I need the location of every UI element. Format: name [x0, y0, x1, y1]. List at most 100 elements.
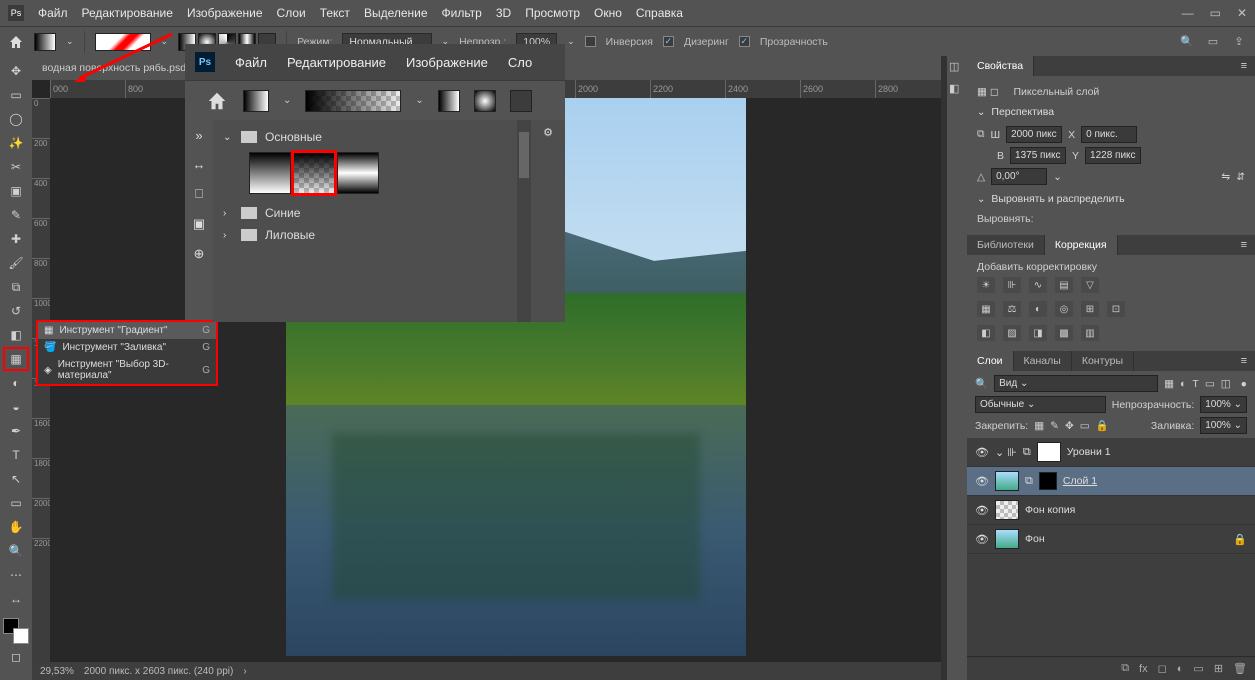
- eyedropper-tool[interactable]: ✎: [4, 204, 28, 226]
- balance-icon[interactable]: ⚖: [1003, 301, 1021, 317]
- close-icon[interactable]: ✕: [1237, 6, 1247, 20]
- gradient-folder[interactable]: ›Лиловые: [221, 224, 509, 246]
- gradient-folder[interactable]: ⌄Основные: [221, 126, 509, 148]
- channels-tab[interactable]: Каналы: [1014, 351, 1072, 371]
- maximize-icon[interactable]: ▭: [1210, 6, 1221, 20]
- layer-item[interactable]: 👁 Фон 🔒: [967, 525, 1255, 554]
- gradient-tool[interactable]: ▦: [4, 348, 28, 370]
- layer-name[interactable]: Фон: [1025, 533, 1045, 545]
- brightness-icon[interactable]: ☀: [977, 277, 995, 293]
- y-field[interactable]: [1085, 147, 1141, 164]
- lock-transparency-icon[interactable]: ▦: [1034, 420, 1044, 432]
- menu-help[interactable]: Справка: [636, 6, 683, 20]
- menu-layers[interactable]: Слои: [277, 6, 306, 20]
- chevron-right-icon[interactable]: ›: [243, 666, 246, 677]
- filter-adjust-icon[interactable]: ◐: [1180, 378, 1186, 390]
- crop-icon[interactable]: ⎕: [195, 186, 203, 202]
- visibility-icon[interactable]: 👁: [975, 475, 989, 488]
- layer-name[interactable]: Фон копия: [1025, 504, 1075, 516]
- hand-tool[interactable]: ✋: [4, 516, 28, 538]
- stamp-tool[interactable]: ⧉: [4, 276, 28, 298]
- angle-field[interactable]: [991, 168, 1047, 185]
- visibility-icon[interactable]: 👁: [975, 533, 989, 546]
- layer-mask-icon[interactable]: ◻: [1158, 662, 1167, 675]
- panel-icon[interactable]: ◧: [949, 82, 965, 98]
- visibility-icon[interactable]: 👁: [975, 504, 989, 517]
- layer-name[interactable]: Уровни 1: [1067, 446, 1111, 458]
- search-icon[interactable]: 🔍: [1179, 34, 1195, 50]
- layer-item[interactable]: 👁 ⧉ Слой 1: [967, 467, 1255, 496]
- chevron-down-icon[interactable]: ⌄: [283, 95, 291, 106]
- more-icon[interactable]: ⊕: [194, 246, 205, 262]
- menu-select[interactable]: Выделение: [364, 6, 428, 20]
- share-icon[interactable]: ⇪: [1231, 34, 1247, 50]
- new-fill-icon[interactable]: ◐: [1177, 663, 1184, 675]
- overlay-menu-image[interactable]: Изображение: [406, 55, 488, 70]
- zoom-level[interactable]: 29,53%: [40, 666, 74, 677]
- layer-item[interactable]: 👁 Фон копия: [967, 496, 1255, 525]
- gradient-preset[interactable]: [337, 152, 379, 194]
- move-tool[interactable]: ✥: [4, 60, 28, 82]
- history-brush-tool[interactable]: ↺: [4, 300, 28, 322]
- curves-icon[interactable]: ∿: [1029, 277, 1047, 293]
- exposure-icon[interactable]: ▤: [1055, 277, 1073, 293]
- panel-menu-icon[interactable]: ≡: [1233, 56, 1255, 76]
- layer-thumbnail[interactable]: [995, 471, 1019, 491]
- invert-checkbox[interactable]: [585, 36, 596, 47]
- layer-item[interactable]: 👁 ⌄ ⊪⧉ Уровни 1: [967, 438, 1255, 467]
- lock-position-icon[interactable]: ✥: [1065, 420, 1074, 432]
- minimize-icon[interactable]: —: [1182, 6, 1194, 20]
- tool-preset[interactable]: [243, 90, 269, 112]
- selective-icon[interactable]: ▥: [1081, 325, 1099, 341]
- pen-tool[interactable]: ✒: [4, 420, 28, 442]
- flyout-item-paint-bucket[interactable]: 🪣Инструмент "Заливка"G: [38, 339, 216, 356]
- flip-h-icon[interactable]: ⇋: [1221, 171, 1230, 183]
- healing-tool[interactable]: ✚: [4, 228, 28, 250]
- poster-icon[interactable]: ▨: [1003, 325, 1021, 341]
- menu-image[interactable]: Изображение: [187, 6, 263, 20]
- panel-icon[interactable]: ◫: [949, 60, 965, 76]
- corrections-tab[interactable]: Коррекция: [1045, 235, 1118, 255]
- align-section[interactable]: Выровнять и распределить: [977, 189, 1245, 209]
- menu-text[interactable]: Текст: [320, 6, 350, 20]
- lock-all-icon[interactable]: 🔒: [1096, 419, 1109, 432]
- overlay-menu-layers[interactable]: Сло: [508, 55, 532, 70]
- flyout-item-3d-material[interactable]: ◈Инструмент "Выбор 3D-материала"G: [38, 356, 216, 384]
- frame-tool[interactable]: ▣: [4, 180, 28, 202]
- menu-window[interactable]: Окно: [594, 6, 622, 20]
- overlay-menu-edit[interactable]: Редактирование: [287, 55, 386, 70]
- flyout-item-gradient[interactable]: ▦Инструмент "Градиент"G: [38, 322, 216, 339]
- arrows-icon[interactable]: ↔: [193, 157, 206, 172]
- visibility-icon[interactable]: 👁: [975, 446, 989, 459]
- menu-filter[interactable]: Фильтр: [442, 6, 482, 20]
- layers-tab[interactable]: Слои: [967, 351, 1014, 371]
- layer-style-icon[interactable]: fx: [1139, 663, 1148, 675]
- vibrance-icon[interactable]: ▽: [1081, 277, 1099, 293]
- transp-checkbox[interactable]: [739, 36, 750, 47]
- angle-gradient-icon[interactable]: [510, 90, 532, 112]
- home-icon[interactable]: [8, 34, 24, 50]
- panel-scrollbar[interactable]: [517, 120, 531, 322]
- filter-shape-icon[interactable]: ▭: [1205, 378, 1215, 390]
- panel-menu-icon[interactable]: ≡: [1233, 351, 1255, 371]
- link-icon[interactable]: ⧉: [977, 128, 985, 141]
- blur-tool[interactable]: ◐: [4, 372, 28, 394]
- lock-paint-icon[interactable]: ✎: [1050, 420, 1059, 432]
- chevron-down-icon[interactable]: ⌄: [161, 36, 169, 47]
- flip-v-icon[interactable]: ⇵: [1236, 171, 1245, 183]
- filter-pixel-icon[interactable]: ▦: [1164, 378, 1174, 390]
- x-field[interactable]: [1081, 126, 1137, 143]
- chevron-down-icon[interactable]: ⌄: [66, 36, 74, 47]
- workspaces-icon[interactable]: ▭: [1205, 34, 1221, 50]
- filter-type-icon[interactable]: T: [1192, 378, 1198, 390]
- layer-thumbnail[interactable]: [1037, 442, 1061, 462]
- chevron-down-icon[interactable]: ⌄: [415, 95, 423, 106]
- edit-toolbar[interactable]: ↔: [4, 588, 28, 610]
- threshold-icon[interactable]: ◨: [1029, 325, 1047, 341]
- map-icon[interactable]: ▩: [1055, 325, 1073, 341]
- marquee-tool[interactable]: ▭: [4, 84, 28, 106]
- overlay-menu-file[interactable]: Файл: [235, 55, 267, 70]
- wand-tool[interactable]: ✨: [4, 132, 28, 154]
- mixer-icon[interactable]: ⊞: [1081, 301, 1099, 317]
- more-tools[interactable]: ⋯: [4, 564, 28, 586]
